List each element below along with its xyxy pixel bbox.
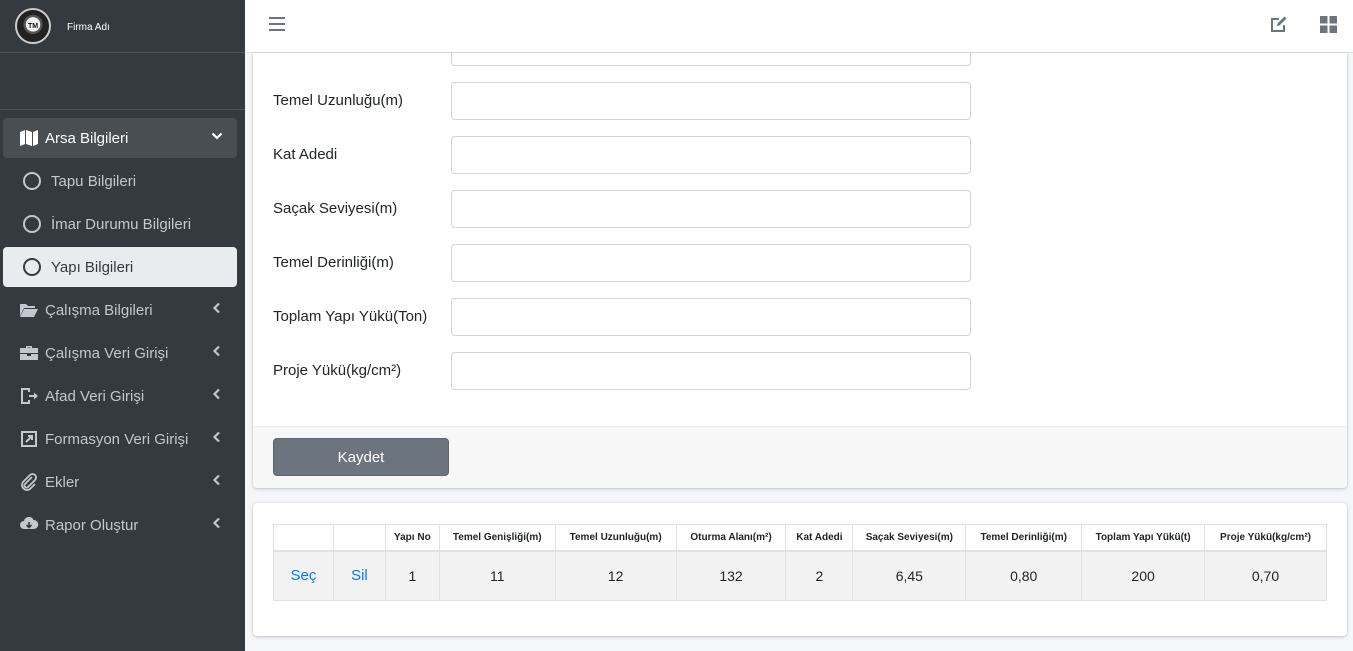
save-button[interactable]: Kaydet: [273, 438, 449, 476]
sidebar-item-formasyon-veri-girisi[interactable]: Formasyon Veri Girişi: [3, 419, 237, 459]
column-header: Temel Genişliği(m): [438, 524, 556, 552]
field-label: Saçak Seviyesi(m): [273, 200, 398, 217]
structure-form-card: Temel Uzunluğu(m) Kat Adedi Saçak Seviye…: [253, 53, 1347, 488]
field-label: Proje Yükü(kg/cm²): [273, 362, 402, 379]
column-header: Yapı No: [384, 524, 440, 552]
structures-table: Yapı No Temel Genişliği(m) Temel Uzunluğ…: [273, 524, 1327, 601]
partial-hidden-input[interactable]: [451, 53, 971, 66]
structures-table-card: Yapı No Temel Genişliği(m) Temel Uzunluğ…: [253, 503, 1347, 636]
sidebar-item-arsa-bilgileri[interactable]: Arsa Bilgileri: [3, 118, 237, 158]
field-label: Toplam Yapı Yükü(Ton): [273, 308, 428, 325]
column-header: [332, 524, 386, 552]
map-icon: [18, 129, 40, 147]
form-row-temel-derinligi: Temel Derinliği(m): [273, 244, 993, 282]
field-label: Temel Uzunluğu(m): [273, 92, 404, 109]
circle-icon: [23, 172, 41, 190]
chevron-left-icon: [211, 517, 223, 532]
form-row-toplam-yapi-yuku: Toplam Yapı Yükü(Ton): [273, 298, 993, 336]
table-cell: 12: [554, 550, 677, 601]
sidebar-item-label: Çalışma Bilgileri: [45, 301, 153, 319]
sidebar-subitem-yapi-bilgileri[interactable]: Yapı Bilgileri: [3, 247, 237, 287]
table-header-row: Yapı No Temel Genişliği(m) Temel Uzunluğ…: [273, 524, 1327, 552]
sidebar-subitem-label: İmar Durumu Bilgileri: [51, 215, 192, 233]
table-cell: 132: [675, 550, 787, 601]
sidebar-subitem-imar-durumu-bilgileri[interactable]: İmar Durumu Bilgileri: [15, 204, 237, 244]
kat-adedi-input[interactable]: [451, 136, 971, 174]
grid-icon[interactable]: [1320, 16, 1337, 38]
field-label: Kat Adedi: [273, 146, 338, 163]
sidebar-item-label: Çalışma Veri Girişi: [45, 344, 169, 362]
sidebar-item-afad-veri-girisi[interactable]: Afad Veri Girişi: [3, 376, 237, 416]
briefcase-icon: [18, 344, 40, 362]
card-footer: Kaydet: [253, 426, 1347, 488]
chevron-left-icon: [211, 345, 223, 360]
sidebar-item-calisma-veri-girisi[interactable]: Çalışma Veri Girişi: [3, 333, 237, 373]
column-header: Kat Adedi: [785, 524, 854, 552]
chevron-left-icon: [211, 474, 223, 489]
table-cell: 0,80: [965, 550, 1083, 601]
chevron-left-icon: [211, 388, 223, 403]
user-panel: [0, 53, 245, 110]
temel-uzunlugu-input[interactable]: [451, 82, 971, 120]
column-header: [273, 524, 334, 552]
sidebar-nav: Arsa Bilgileri Tapu Bilgileri İmar Durum…: [0, 110, 245, 545]
temel-derinligi-input[interactable]: [451, 244, 971, 282]
brand-name: Firma Adı: [67, 21, 110, 33]
form-row-sacak-seviyesi: Saçak Seviyesi(m): [273, 190, 993, 228]
chevron-left-icon: [211, 431, 223, 446]
brand-logo: TM: [15, 8, 51, 44]
circle-icon: [23, 215, 41, 233]
chevron-down-icon: [211, 130, 223, 145]
sidebar-item-label: Arsa Bilgileri: [45, 129, 129, 147]
table-cell: 200: [1081, 550, 1206, 601]
toplam-yapi-yuku-input[interactable]: [451, 298, 971, 336]
table-row: Seç Sil 1 11 12 132 2 6,45 0,80 200 0,70: [273, 550, 1327, 601]
form-row-partial: [273, 53, 993, 66]
column-header: Proje Yükü(kg/cm²): [1204, 524, 1327, 552]
sidebar-item-rapor-olustur[interactable]: Rapor Oluştur: [3, 505, 237, 545]
cloud-download-icon: [18, 516, 40, 534]
sidebar-item-label: Afad Veri Girişi: [45, 387, 145, 405]
hamburger-menu-icon[interactable]: [269, 17, 285, 31]
table-cell: 2: [785, 550, 854, 601]
sidebar-item-label: Rapor Oluştur: [45, 516, 139, 534]
select-link[interactable]: Seç: [273, 550, 334, 601]
form-row-kat-adedi: Kat Adedi: [273, 136, 993, 174]
table-cell: 1: [384, 550, 440, 601]
top-navbar: [245, 0, 1353, 53]
sidebar-subitem-label: Yapı Bilgileri: [51, 258, 134, 276]
proje-yuku-input[interactable]: [451, 352, 971, 390]
delete-link[interactable]: Sil: [332, 550, 386, 601]
form-row-temel-uzunlugu: Temel Uzunluğu(m): [273, 82, 993, 120]
sidebar: TM Firma Adı Arsa Bilgileri Tapu Bilgile…: [0, 0, 245, 651]
column-header: Temel Uzunluğu(m): [554, 524, 677, 552]
sidebar-item-calisma-bilgileri[interactable]: Çalışma Bilgileri: [3, 290, 237, 330]
sacak-seviyesi-input[interactable]: [451, 190, 971, 228]
door-exit-icon: [18, 387, 40, 405]
table-cell: 11: [438, 550, 556, 601]
brand-link[interactable]: TM Firma Adı: [0, 0, 245, 53]
sidebar-item-label: Formasyon Veri Girişi: [45, 430, 189, 448]
table-cell: 0,70: [1204, 550, 1327, 601]
sidebar-subitem-tapu-bilgileri[interactable]: Tapu Bilgileri: [15, 161, 237, 201]
field-label: Temel Derinliği(m): [273, 254, 394, 271]
sidebar-item-ekler[interactable]: Ekler: [3, 462, 237, 502]
column-header: Temel Derinliği(m): [965, 524, 1083, 552]
external-square-icon: [18, 430, 40, 448]
folder-open-icon: [18, 301, 40, 319]
sidebar-subitem-label: Tapu Bilgileri: [51, 172, 137, 190]
edit-icon[interactable]: [1269, 15, 1289, 38]
sidebar-item-label: Ekler: [45, 473, 80, 491]
column-header: Oturma Alanı(m²): [675, 524, 787, 552]
chevron-left-icon: [211, 302, 223, 317]
form-row-proje-yuku: Proje Yükü(kg/cm²): [273, 352, 993, 390]
paperclip-icon: [18, 473, 40, 491]
table-cell: 6,45: [852, 550, 967, 601]
column-header: Toplam Yapı Yükü(t): [1081, 524, 1206, 552]
column-header: Saçak Seviyesi(m): [852, 524, 967, 552]
circle-icon: [23, 258, 41, 276]
